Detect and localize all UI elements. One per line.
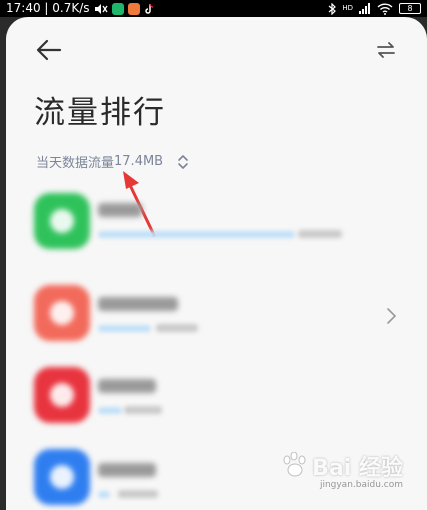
app-icon-orange-red: [34, 285, 90, 341]
today-data-traffic-selector[interactable]: 当天数据流量 17.4MB: [36, 152, 189, 171]
usage-bar: [98, 491, 110, 498]
app-name-blurred: [98, 297, 178, 311]
battery-level: 8: [407, 4, 413, 13]
app-icon-green: [34, 193, 90, 249]
top-bar: [6, 17, 427, 81]
status-left: 17:40 | 0.7K/s: [6, 0, 156, 17]
mute-icon: [94, 3, 108, 14]
bluetooth-icon: [328, 2, 337, 15]
watermark-brand: Bai 经验: [312, 456, 403, 481]
signal-hd-label: HD: [342, 4, 353, 12]
arrow-left-icon[interactable]: [34, 37, 64, 63]
usage-bar: [98, 407, 122, 414]
chevron-right-icon[interactable]: [385, 307, 397, 325]
status-bar: 17:40 | 0.7K/s HD 8: [0, 0, 427, 17]
usage-bar: [98, 231, 295, 238]
traffic-ranking-sheet: 流量排行 当天数据流量 17.4MB Bai 经验 jingyan.baidu.…: [6, 17, 427, 510]
usage-size-blurred: [298, 230, 342, 238]
notification-app-icon-orange: [127, 2, 140, 15]
usage-size-blurred: [118, 490, 158, 498]
app-icon-blue: [34, 449, 90, 505]
today-data-label: 当天数据流量: [36, 156, 115, 171]
paw-logo-icon: [283, 452, 306, 477]
list-item[interactable]: [6, 285, 427, 345]
watermark-url: jingyan.baidu.com: [319, 480, 403, 490]
list-item[interactable]: [6, 367, 427, 427]
sort-updown-icon[interactable]: [177, 154, 189, 170]
app-name-blurred: [98, 203, 142, 217]
notification-app-icon-green: [111, 2, 124, 15]
tiktok-icon: [144, 3, 153, 14]
app-name-blurred: [98, 379, 156, 393]
baidu-jingyan-watermark: Bai 经验 jingyan.baidu.com: [281, 450, 403, 496]
swap-arrows-icon[interactable]: [375, 39, 397, 61]
status-time-speed: 17:40 | 0.7K/s: [6, 1, 90, 15]
usage-size-blurred: [124, 406, 162, 414]
app-icon-red: [34, 367, 90, 423]
page-title: 流量排行: [34, 95, 166, 131]
status-right: HD 8: [328, 2, 421, 15]
app-name-blurred: [98, 463, 156, 477]
wifi-icon: [377, 2, 393, 15]
today-data-value: 17.4MB: [114, 154, 164, 169]
usage-bar: [98, 325, 151, 332]
list-item[interactable]: [6, 193, 427, 253]
battery-icon: 8: [399, 3, 421, 14]
usage-size-blurred: [156, 324, 198, 332]
signal-icon: [359, 3, 370, 14]
